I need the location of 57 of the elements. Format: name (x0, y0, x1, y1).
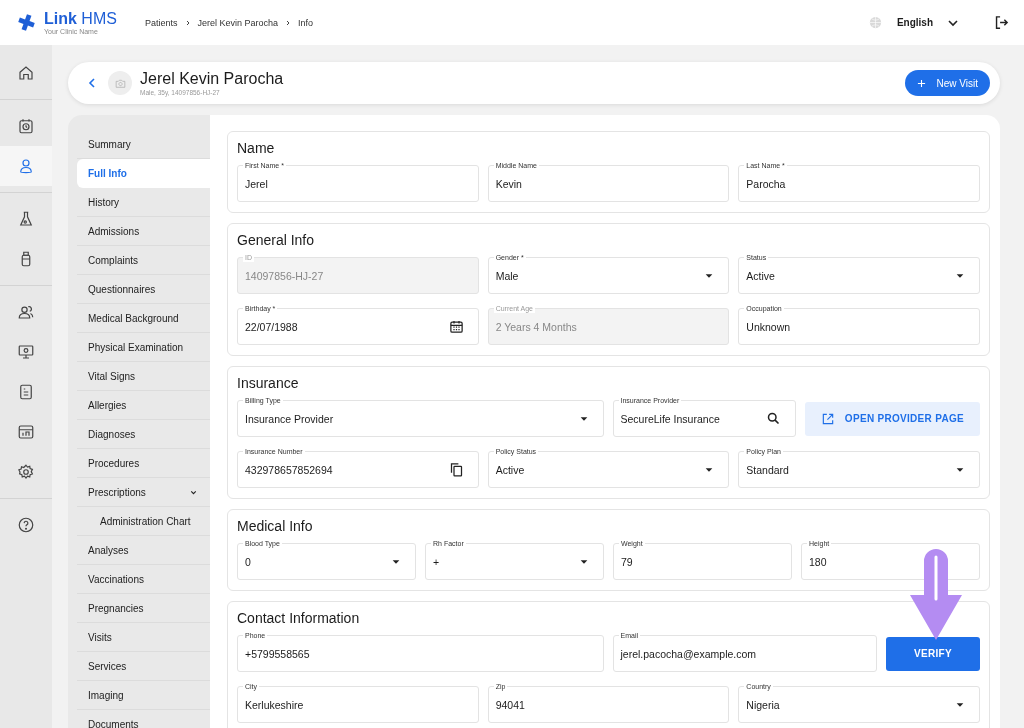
field-value: + (433, 555, 441, 568)
field-value: Kevin (495, 177, 523, 190)
open-provider-button[interactable]: OPEN PROVIDER PAGE (804, 401, 980, 436)
field-value: 180 (809, 555, 828, 568)
language-selector[interactable]: English (896, 17, 933, 28)
section-title: Contact Information (237, 610, 361, 626)
plus-icon (916, 78, 926, 88)
settings-icon (17, 463, 35, 481)
breadcrumb-link[interactable]: Jerel Kevin Parocha (197, 17, 279, 28)
section-title: Insurance (237, 375, 300, 391)
patient-name: Jerel Kevin Parocha (140, 69, 284, 88)
field-value: 79 (621, 555, 634, 568)
field-value: 2 Years 4 Months (495, 320, 578, 333)
field-value: 22/07/1988 (245, 320, 299, 333)
field-value: Jerel (245, 177, 269, 190)
users-icon (17, 303, 35, 321)
verify-button[interactable]: VERIFY (886, 636, 980, 671)
section-nav-item[interactable]: Full Info (77, 159, 210, 188)
field-value: Parocha (746, 177, 787, 190)
field-value: Standard (746, 463, 790, 476)
field-value: SecureLife Insurance (620, 412, 721, 425)
home-icon (17, 64, 35, 82)
field-value: Kerlukeshire (245, 698, 305, 711)
field-value: 94041 (495, 698, 526, 711)
document-icon (17, 383, 35, 401)
calendar-icon[interactable] (448, 319, 464, 334)
breadcrumb-link[interactable]: Patients (145, 17, 178, 28)
field-value: 432978657852694 (245, 463, 334, 476)
field-value: Insurance Provider (245, 412, 335, 425)
breadcrumb-link[interactable]: Info (298, 17, 314, 28)
section-title: General Info (237, 232, 316, 248)
section-title: Medical Info (237, 518, 314, 534)
calendar-clock-icon (17, 117, 35, 135)
field-value: Active (746, 269, 776, 282)
flask-icon (17, 210, 35, 228)
help-icon (17, 516, 35, 534)
field-value: 0 (245, 555, 252, 568)
logout-icon[interactable] (993, 14, 1010, 31)
app-logo-text: Link HMS (44, 10, 117, 27)
external-link-icon (820, 411, 835, 426)
field-value: Male (495, 269, 520, 282)
field-value: 14097856-HJ-27 (245, 269, 325, 282)
monitor-icon (17, 343, 35, 361)
field-value: Unknown (746, 320, 792, 333)
field-value: Nigeria (746, 698, 781, 711)
copy-icon[interactable] (448, 462, 464, 477)
section-title: Name (237, 140, 276, 156)
globe-icon (867, 15, 883, 30)
logo-icon (17, 13, 36, 32)
field-value: +5799558565 (245, 647, 311, 660)
user-icon (17, 157, 35, 175)
field-value: jerel.pacocha@example.com (620, 647, 758, 660)
search-icon[interactable] (765, 411, 781, 426)
new-visit-button[interactable]: New Visit (904, 70, 990, 96)
back-icon[interactable] (86, 77, 98, 89)
field-value: Active (495, 463, 526, 476)
chart-icon (17, 423, 35, 441)
